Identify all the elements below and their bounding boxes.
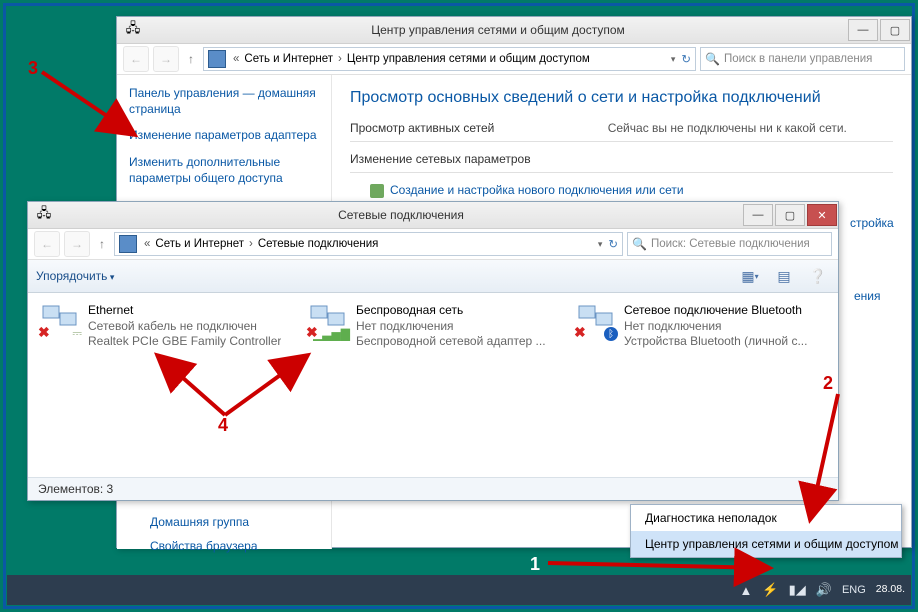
crumb-connections[interactable]: Сетевые подключения — [256, 236, 381, 252]
item-count: Элементов: 3 — [38, 482, 113, 496]
window-title: Сетевые подключения — [60, 208, 742, 222]
minimize-button[interactable]: — — [848, 19, 878, 41]
address-bar[interactable]: « Сеть и Интернет › Сетевые подключения … — [114, 232, 623, 256]
search-input[interactable]: 🔍 Поиск в панели управления — [700, 47, 905, 71]
window-network-connections: 🖧 Сетевые подключения — ▢ ✕ ← → ↑ « Сеть… — [27, 201, 839, 501]
no-network-text: Сейчас вы не подключены ни к какой сети. — [608, 121, 847, 135]
cutoff-text: ения — [854, 289, 881, 303]
window-title: Центр управления сетями и общим доступом — [149, 23, 847, 37]
search-placeholder: Поиск: Сетевые подключения — [651, 238, 810, 250]
maximize-button[interactable]: ▢ — [880, 19, 910, 41]
section-active-networks: Просмотр активных сетей Сейчас вы не под… — [350, 121, 893, 135]
addr-refresh-icon[interactable]: ↻ — [608, 237, 618, 251]
ethernet-icon: ✖ ⎓ — [40, 303, 80, 339]
addr-dropdown-icon[interactable]: ▾ — [671, 54, 676, 65]
error-x-icon: ✖ — [38, 324, 50, 341]
titlebar: 🖧 Сетевые подключения — ▢ ✕ — [28, 202, 838, 229]
conn-name: Беспроводная сеть — [356, 303, 546, 319]
menu-network-center[interactable]: Центр управления сетями и общим доступом — [631, 531, 901, 557]
addr-dropdown-icon[interactable]: ▾ — [598, 239, 603, 250]
minimize-button[interactable]: — — [743, 204, 773, 226]
tray-context-menu: Диагностика неполадок Центр управления с… — [630, 504, 902, 558]
sidebar-home-link[interactable]: Панель управления — домашняя страница — [129, 85, 319, 117]
conn-name: Ethernet — [88, 303, 281, 319]
tray-volume-icon[interactable]: 🔊 — [816, 582, 832, 598]
sidebar-link-browser-props[interactable]: Свойства браузера — [150, 539, 258, 553]
tray-up-icon[interactable]: ▲ — [740, 583, 753, 598]
tray-lang[interactable]: ENG — [842, 584, 866, 596]
nav-row: ← → ↑ « Сеть и Интернет › Сетевые подклю… — [28, 229, 838, 260]
crumb-network[interactable]: Сеть и Интернет — [153, 236, 246, 252]
maximize-button[interactable]: ▢ — [775, 204, 805, 226]
close-button[interactable]: ✕ — [807, 204, 837, 226]
conn-status: Нет подключения — [356, 319, 546, 335]
connection-wireless[interactable]: ✖ ▁▃▅▇ Беспроводная сеть Нет подключения… — [308, 303, 558, 350]
toolbar: Упорядочить ▦▾ ▤ ❔ — [28, 260, 838, 293]
taskbar: ▲ ⚡ ▮◢ 🔊 ENG 28.08. — [7, 575, 911, 605]
search-icon: 🔍 — [632, 237, 647, 251]
nav-up-button[interactable]: ↑ — [94, 232, 110, 256]
error-x-icon: ✖ — [574, 324, 586, 341]
app-icon: 🖧 — [34, 205, 54, 225]
statusbar: Элементов: 3 — [28, 477, 838, 500]
titlebar: 🖧 Центр управления сетями и общим доступ… — [117, 17, 911, 44]
address-icon — [208, 50, 226, 68]
crumb-center[interactable]: Центр управления сетями и общим доступом — [345, 51, 592, 67]
conn-name: Сетевое подключение Bluetooth — [624, 303, 807, 319]
nav-row: ← → ↑ « Сеть и Интернет › Центр управлен… — [117, 44, 911, 75]
menu-troubleshoot[interactable]: Диагностика неполадок — [631, 505, 901, 531]
help-button[interactable]: ❔ — [806, 264, 830, 288]
nav-fwd-button[interactable]: → — [153, 46, 179, 72]
system-tray: ▲ ⚡ ▮◢ 🔊 ENG 28.08. — [740, 582, 905, 598]
nav-up-button[interactable]: ↑ — [183, 47, 199, 71]
connection-ethernet[interactable]: ✖ ⎓ Ethernet Сетевой кабель не подключен… — [40, 303, 290, 350]
view-list-button[interactable]: ▤ — [772, 264, 796, 288]
sidebar-link-adapter-settings[interactable]: Изменение параметров адаптера — [129, 127, 319, 143]
task-create-connection[interactable]: Создание и настройка нового подключения … — [370, 183, 893, 198]
cutoff-text: стройка — [850, 216, 894, 230]
conn-status: Сетевой кабель не подключен — [88, 319, 281, 335]
conn-device: Устройства Bluetooth (личной с... — [624, 334, 807, 350]
conn-status: Нет подключения — [624, 319, 807, 335]
signal-bars-icon: ▁▃▅▇ — [313, 327, 350, 341]
nav-back-button[interactable]: ← — [123, 46, 149, 72]
wireless-icon: ✖ ▁▃▅▇ — [308, 303, 348, 339]
app-icon: 🖧 — [123, 20, 143, 40]
section-change-settings: Изменение сетевых параметров — [350, 152, 893, 166]
conn-device: Realtek PCIe GBE Family Controller — [88, 334, 281, 350]
page-heading: Просмотр основных сведений о сети и наст… — [350, 89, 893, 107]
bt-icon: ᛒ — [604, 327, 618, 341]
nav-back-button[interactable]: ← — [34, 231, 60, 257]
addr-refresh-icon[interactable]: ↻ — [681, 52, 691, 66]
sidebar-link-homegroup[interactable]: Домашняя группа — [150, 515, 249, 529]
connection-bluetooth[interactable]: ✖ ᛒ Сетевое подключение Bluetooth Нет по… — [576, 303, 826, 350]
view-dropdown-button[interactable]: ▦▾ — [738, 264, 762, 288]
bluetooth-icon: ✖ ᛒ — [576, 303, 616, 339]
address-bar[interactable]: « Сеть и Интернет › Центр управления сет… — [203, 47, 696, 71]
conn-device: Беспроводной сетевой адаптер ... — [356, 334, 546, 350]
connections-area: ✖ ⎓ Ethernet Сетевой кабель не подключен… — [28, 293, 838, 497]
tray-power-icon[interactable]: ⚡ — [762, 582, 778, 598]
search-input[interactable]: 🔍 Поиск: Сетевые подключения — [627, 232, 832, 256]
tray-network-icon[interactable]: ▮◢ — [789, 582, 806, 598]
search-icon: 🔍 — [705, 52, 720, 66]
plug-icon: ⎓ — [72, 326, 82, 341]
address-icon — [119, 235, 137, 253]
nav-fwd-button[interactable]: → — [64, 231, 90, 257]
sidebar-link-advanced-sharing[interactable]: Изменить дополнительные параметры общего… — [129, 154, 319, 186]
search-placeholder: Поиск в панели управления — [724, 53, 872, 65]
crumb-network[interactable]: Сеть и Интернет — [242, 51, 335, 67]
tray-date[interactable]: 28.08. — [876, 584, 905, 596]
organize-button[interactable]: Упорядочить — [36, 269, 114, 283]
task-icon — [370, 184, 384, 198]
